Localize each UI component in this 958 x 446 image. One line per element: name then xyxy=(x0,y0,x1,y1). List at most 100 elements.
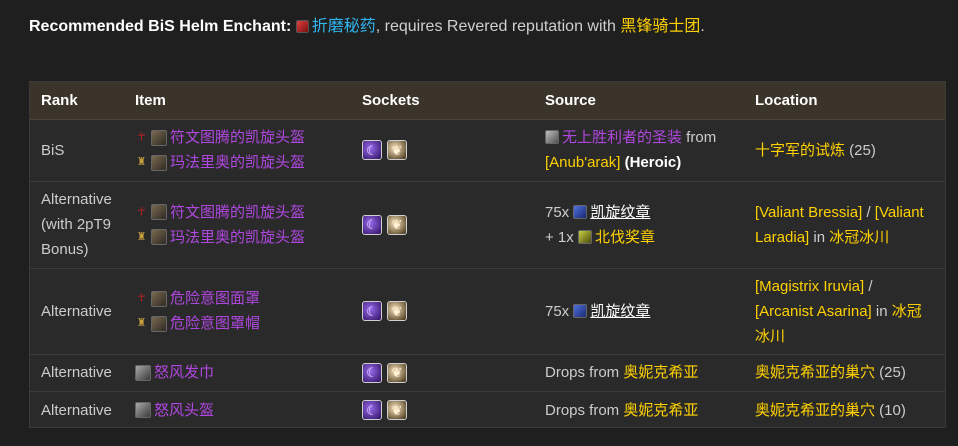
header-location: Location xyxy=(744,82,945,120)
item-link[interactable]: 怒风发巾 xyxy=(154,360,214,385)
location-cell: 奥妮克希亚的巢穴 (25) xyxy=(744,354,945,392)
crusade-commendation-icon xyxy=(577,229,592,244)
sockets-cell: ☾ ❦ xyxy=(351,119,534,182)
source-from-text: from xyxy=(682,129,717,146)
item-cell: ☥ 符文图腾的凯旋头盔 ♜ 玛法里奥的凯旋头盔 xyxy=(124,181,351,269)
meta-socket-icon[interactable]: ☾ xyxy=(362,301,382,321)
helm-icon xyxy=(135,364,151,381)
alliance-icon: ♜ xyxy=(136,317,147,329)
zone-link[interactable]: 冰冠冰川 xyxy=(829,229,889,246)
rank-cell: BiS xyxy=(30,119,124,182)
source-cell: 无上胜利者的圣装 from [Anub'arak] (Heroic) xyxy=(534,119,744,182)
tier-token-icon xyxy=(545,130,559,144)
raid-size: (25) xyxy=(875,364,906,381)
helm-icon xyxy=(151,204,167,220)
item-link[interactable]: 玛法里奥的凯旋头盔 xyxy=(170,225,305,250)
helm-enchant-note: Recommended BiS Helm Enchant: 折磨秘药, requ… xyxy=(29,16,949,38)
enchant-icon xyxy=(295,20,309,33)
item-link[interactable]: 危险意图罩帽 xyxy=(170,311,260,336)
meta-socket-icon[interactable]: ☾ xyxy=(362,140,382,160)
cost-qty: 75x xyxy=(545,302,574,320)
currency-link[interactable]: 凯旋纹章 xyxy=(590,303,650,320)
table-header-row: Rank Item Sockets Source Location xyxy=(30,82,945,120)
currency-link[interactable]: 凯旋纹章 xyxy=(590,204,650,221)
rank-cell: Alternative xyxy=(30,354,124,392)
sockets-cell: ☾ ❦ xyxy=(351,268,534,355)
item-cell: ☥ 危险意图面罩 ♜ 危险意图罩帽 xyxy=(124,268,351,355)
item-link[interactable]: 怒风头盔 xyxy=(154,398,214,423)
zone-link[interactable]: 奥妮克希亚的巢穴 xyxy=(755,364,875,381)
intro-end: . xyxy=(700,18,705,35)
faction-link[interactable]: 黑锋骑士团 xyxy=(620,18,700,35)
source-item-link[interactable]: 无上胜利者的圣装 xyxy=(562,129,682,146)
horde-icon: ☥ xyxy=(137,205,146,218)
table-row: Alternative (with 2pT9 Bonus) ☥ 符文图腾的凯旋头盔… xyxy=(30,181,945,269)
vendor-link[interactable]: [Valiant Bressia] xyxy=(755,204,862,221)
enchant-link[interactable]: 折磨秘药 xyxy=(312,18,376,35)
item-cell: ☥ 符文图腾的凯旋头盔 ♜ 玛法里奥的凯旋头盔 xyxy=(124,119,351,182)
table-row: Alternative 怒风头盔 ☾ ❦ Drops from 奥妮克希亚 奥妮克… xyxy=(30,391,945,429)
rank-cell: Alternative xyxy=(41,401,112,419)
raid-size: (10) xyxy=(875,401,906,419)
item-cell: 怒风发巾 xyxy=(124,354,351,392)
item-link[interactable]: 符文图腾的凯旋头盔 xyxy=(170,125,305,150)
emblem-of-triumph-icon xyxy=(573,303,588,318)
in-text: in xyxy=(871,302,892,320)
helm-icon xyxy=(135,402,151,419)
drops-text: Drops from xyxy=(545,364,624,381)
table-row: Alternative 怒风发巾 ☾ ❦ Drops from 奥妮克希亚 奥妮克… xyxy=(30,354,945,392)
boss-link[interactable]: [Anub'arak] xyxy=(545,154,620,171)
boss-link[interactable]: 奥妮克希亚 xyxy=(623,402,698,419)
prismatic-socket-icon[interactable]: ❦ xyxy=(387,362,407,383)
cost-qty: + 1x xyxy=(545,228,578,246)
horde-icon: ☥ xyxy=(137,131,146,143)
emblem-of-triumph-icon xyxy=(573,204,588,219)
zone-link[interactable]: 十字军的试炼 xyxy=(755,142,845,159)
vendor-link[interactable]: [Magistrix Iruvia] xyxy=(755,278,864,295)
rank-cell: Alternative xyxy=(30,268,124,355)
prismatic-socket-icon[interactable]: ❦ xyxy=(387,301,407,321)
currency-link[interactable]: 北伐奖章 xyxy=(595,229,655,246)
helm-icon xyxy=(151,290,167,307)
header-sockets: Sockets xyxy=(351,82,534,120)
source-cell: Drops from 奥妮克希亚 xyxy=(534,354,744,392)
header-item: Item xyxy=(124,82,351,120)
item-link[interactable]: 玛法里奥的凯旋头盔 xyxy=(170,150,305,175)
sockets-cell: ☾ ❦ xyxy=(351,181,534,269)
meta-socket-icon[interactable]: ☾ xyxy=(362,362,382,383)
source-cell: Drops from 奥妮克希亚 xyxy=(534,391,744,429)
sockets-cell: ☾ ❦ xyxy=(351,354,534,392)
meta-socket-icon[interactable]: ☾ xyxy=(362,214,382,235)
location-cell: 奥妮克希亚的巢穴 (10) xyxy=(744,391,945,429)
item-link[interactable]: 危险意图面罩 xyxy=(170,286,260,311)
source-cell: 75x 凯旋纹章 xyxy=(534,268,744,355)
prismatic-socket-icon[interactable]: ❦ xyxy=(387,400,407,421)
boss-link[interactable]: 奥妮克希亚 xyxy=(623,364,698,381)
table-row: Alternative ☥ 危险意图面罩 ♜ 危险意图罩帽 ☾ ❦ 75x 凯旋纹章 … xyxy=(30,268,945,355)
in-text: in xyxy=(809,228,830,246)
item-cell: 怒风头盔 xyxy=(124,391,351,429)
helm-enchant-label: Recommended BiS Helm Enchant xyxy=(29,18,286,35)
rank-cell: Alternative (with 2pT9 Bonus) xyxy=(30,181,124,269)
item-link[interactable]: 符文图腾的凯旋头盔 xyxy=(170,200,305,225)
separator: / xyxy=(864,277,873,295)
zone-link[interactable]: 奥妮克希亚的巢穴 xyxy=(755,402,875,419)
prismatic-socket-icon[interactable]: ❦ xyxy=(387,140,407,160)
location-cell: [Magistrix Iruvia] / [Arcanist Asarina] i… xyxy=(744,268,945,355)
header-rank: Rank xyxy=(30,82,124,120)
drops-text: Drops from xyxy=(545,401,624,419)
vendor-link[interactable]: [Arcanist Asarina] xyxy=(755,303,872,320)
helm-enchant-colon: : xyxy=(285,18,292,35)
gear-table: Rank Item Sockets Source Location BiS ☥ 符… xyxy=(29,81,946,428)
location-cell: [Valiant Bressia] / [Valiant Laradia] in… xyxy=(744,181,945,269)
prismatic-socket-icon[interactable]: ❦ xyxy=(387,214,407,235)
horde-icon: ☥ xyxy=(137,292,146,304)
alliance-icon: ♜ xyxy=(136,156,147,168)
helm-icon xyxy=(151,129,167,146)
table-row: BiS ☥ 符文图腾的凯旋头盔 ♜ 玛法里奥的凯旋头盔 ☾ ❦ 无上胜利者的圣装 fr… xyxy=(30,119,945,182)
sockets-cell: ☾ ❦ xyxy=(351,391,534,429)
meta-socket-icon[interactable]: ☾ xyxy=(362,400,382,421)
helm-icon xyxy=(151,315,167,332)
helm-icon xyxy=(151,229,167,245)
separator: / xyxy=(862,203,875,221)
